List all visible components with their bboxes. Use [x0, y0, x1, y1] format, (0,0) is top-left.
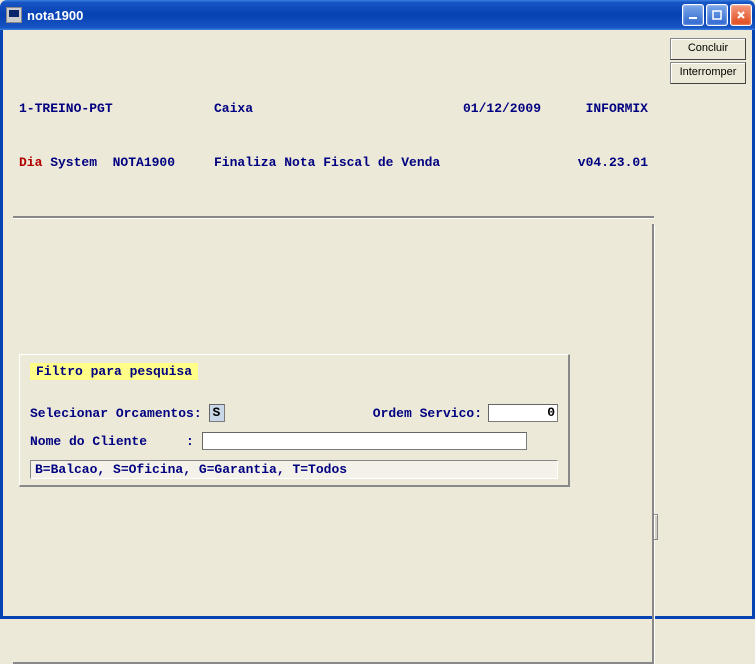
header-description: Finaliza Nota Fiscal de Venda [214, 154, 463, 172]
header-program: Dia System NOTA1900 [19, 154, 214, 172]
main-area: 1-TREINO-PGT Caixa 01/12/2009 INFORMIX D… [3, 30, 664, 616]
window-body: 1-TREINO-PGT Caixa 01/12/2009 INFORMIX D… [0, 30, 755, 619]
window-controls [682, 4, 752, 26]
app-icon [6, 7, 22, 23]
header-spacer [463, 154, 563, 172]
nome-cliente-input[interactable] [202, 432, 527, 450]
row-selecionar-ordem: Selecionar Orcamentos: S Ordem Servico: … [30, 404, 558, 422]
maximize-button[interactable] [706, 4, 728, 26]
sidebar: Concluir Interromper [664, 30, 752, 616]
header-date: 01/12/2009 [463, 100, 563, 118]
filter-title: Filtro para pesquisa [30, 363, 198, 380]
header-version: v04.23.01 [563, 154, 648, 172]
interromper-button[interactable]: Interromper [670, 62, 746, 84]
minimize-icon [688, 10, 698, 20]
row-nome-cliente: Nome do Cliente : [30, 432, 558, 450]
window-titlebar: nota1900 [0, 0, 755, 30]
header-module: Caixa [214, 100, 463, 118]
maximize-icon [712, 10, 722, 20]
window-title: nota1900 [27, 8, 682, 23]
ordem-servico-input[interactable]: 0 [488, 404, 558, 422]
selecionar-orcamentos-input[interactable]: S [209, 404, 225, 422]
header-db: INFORMIX [563, 100, 648, 118]
content-panel: Filtro para pesquisa Selecionar Orcament… [13, 224, 654, 664]
close-button[interactable] [730, 4, 752, 26]
header-dia-label: Dia [19, 155, 42, 170]
ordem-servico-label: Ordem Servico: [373, 406, 482, 421]
concluir-button[interactable]: Concluir [670, 38, 746, 60]
close-icon [736, 10, 746, 20]
header-system-prog: System NOTA1900 [42, 155, 175, 170]
nome-cliente-label: Nome do Cliente : [30, 434, 202, 449]
minimize-button[interactable] [682, 4, 704, 26]
filter-panel: Filtro para pesquisa Selecionar Orcament… [19, 354, 570, 487]
header-env: 1-TREINO-PGT [19, 100, 214, 118]
scrollbar-stub[interactable] [653, 514, 658, 540]
selecionar-orcamentos-label: Selecionar Orcamentos: [30, 406, 209, 421]
program-header: 1-TREINO-PGT Caixa 01/12/2009 INFORMIX D… [13, 60, 654, 218]
filter-hint: B=Balcao, S=Oficina, G=Garantia, T=Todos [30, 460, 558, 479]
